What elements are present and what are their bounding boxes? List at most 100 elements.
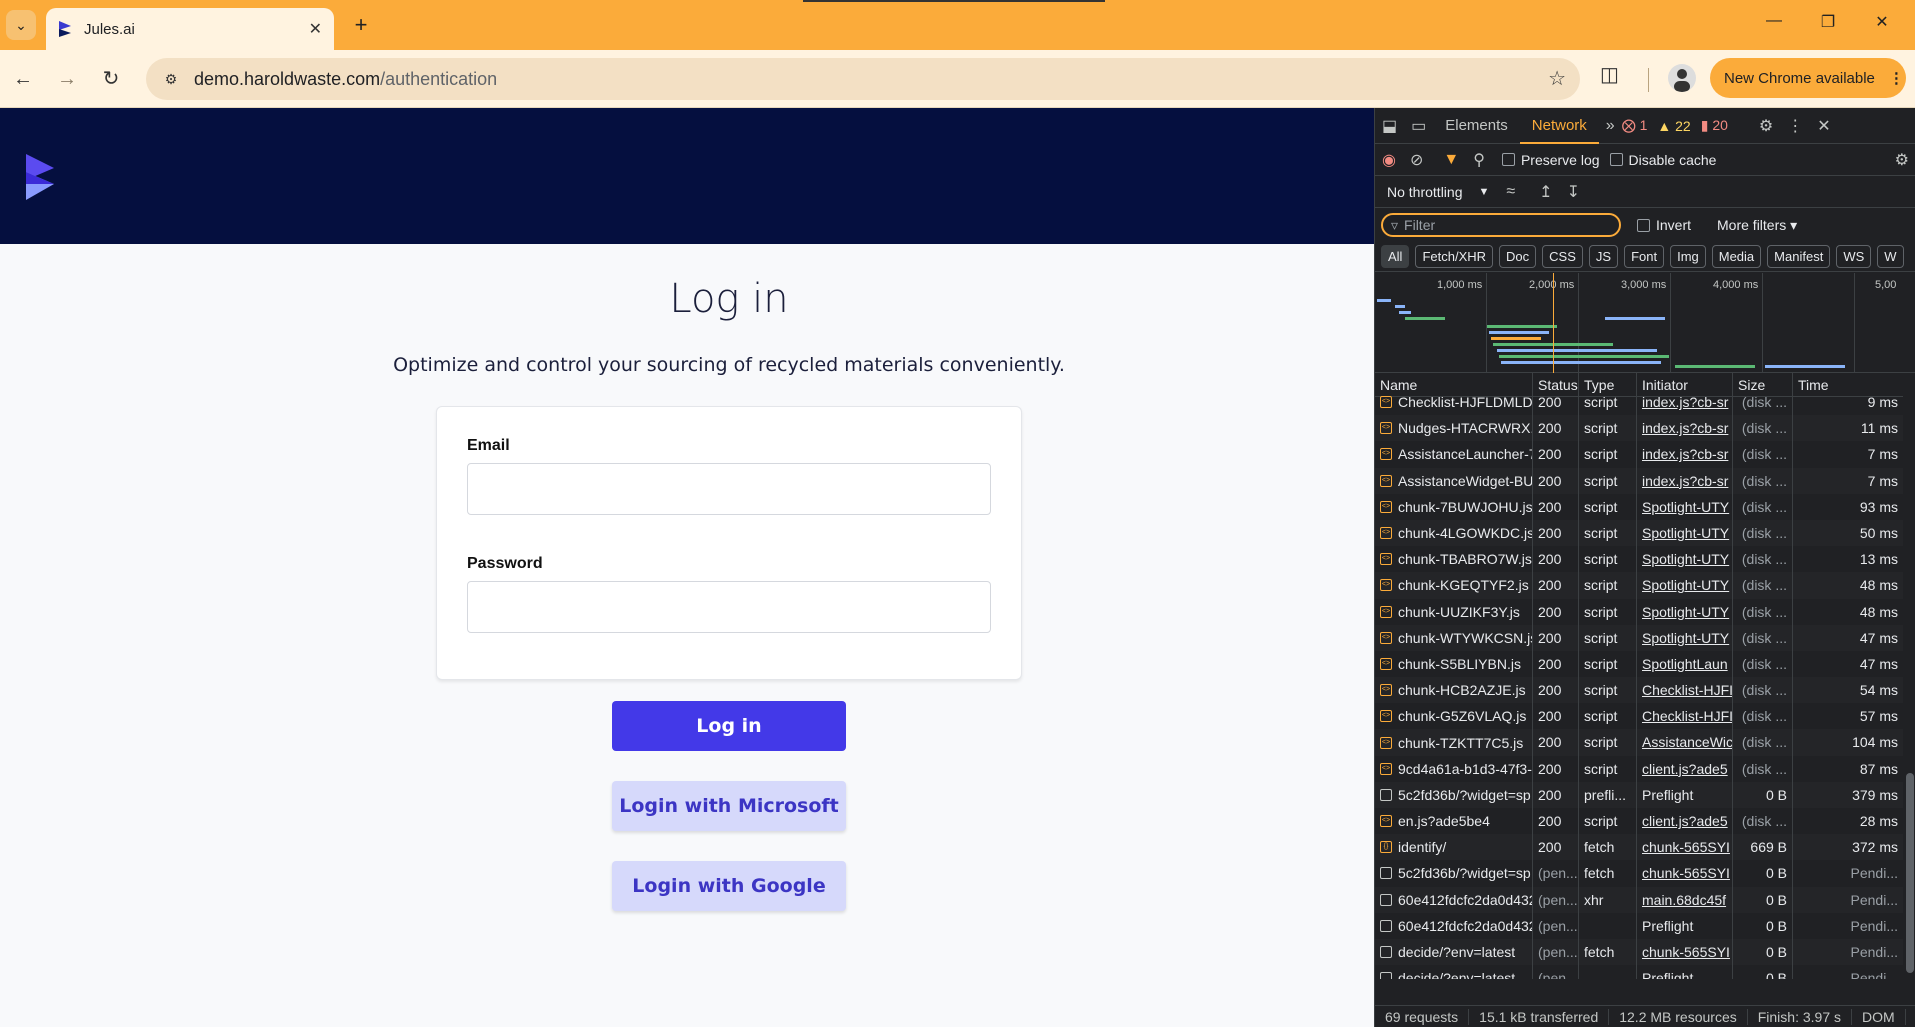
table-row[interactable]: 60e412fdcfc2da0d432...(pen... Preflight0 … [1375, 912, 1903, 939]
tab-search-button[interactable]: ⌄ [6, 10, 36, 40]
request-initiator[interactable]: main.68dc45f [1637, 886, 1733, 913]
request-initiator[interactable]: Preflight [1637, 781, 1733, 808]
type-filter-img[interactable]: Img [1670, 245, 1706, 268]
request-name-cell[interactable]: <> AssistanceLauncher-7... [1375, 441, 1533, 468]
more-filters-dropdown[interactable]: More filters ▾ [1717, 217, 1797, 234]
request-name-cell[interactable]: <> 9cd4a61a-b1d3-47f3-... [1375, 755, 1533, 782]
request-name-cell[interactable]: <> Nudges-HTACRWRX.js [1375, 415, 1533, 442]
table-row[interactable]: decide/?env=latest (pen... fetch chunk-565S… [1375, 938, 1903, 966]
request-initiator[interactable]: index.js?cb-sr [1637, 467, 1733, 494]
request-name-cell[interactable]: <> chunk-TZKTT7C5.js [1375, 729, 1533, 756]
request-initiator[interactable]: Preflight [1637, 965, 1733, 979]
close-devtools-icon[interactable]: ✕ [1810, 116, 1837, 136]
type-filter-ws[interactable]: WS [1836, 245, 1872, 268]
tab-network[interactable]: Network [1519, 108, 1599, 144]
table-row[interactable]: <> Checklist-HJFLDMLD.js 200 script index.js… [1375, 389, 1903, 416]
profile-avatar[interactable] [1668, 64, 1696, 92]
disable-cache-checkbox[interactable] [1609, 153, 1623, 166]
table-row[interactable]: 5c2fd36b/?widget=sp... 200 prefli... Prefli… [1375, 781, 1903, 808]
type-filter-font[interactable]: Font [1624, 245, 1665, 268]
request-name-cell[interactable]: <> chunk-4LGOWKDC.js [1375, 519, 1533, 547]
tab-elements[interactable]: Elements [1433, 108, 1520, 144]
request-initiator[interactable]: chunk-565SYI [1637, 860, 1733, 887]
table-row[interactable]: {} identify/200 fetch chunk-565SYI 669 B 372 … [1375, 834, 1903, 861]
request-initiator[interactable]: index.js?cb-sr [1637, 415, 1733, 442]
table-row[interactable]: decide/?env=latest (pen... Preflight 0 B Pen… [1375, 965, 1903, 979]
request-initiator[interactable]: Spotlight-UTY [1637, 624, 1733, 651]
request-initiator[interactable]: Spotlight-UTY [1637, 572, 1733, 599]
request-name-cell[interactable]: <> chunk-WTYWKCSN.js [1375, 624, 1533, 651]
address-bar[interactable]: ⚙ demo.haroldwaste.com/authentication ☆ [146, 58, 1580, 100]
login-button[interactable]: Log in [612, 701, 846, 751]
scrollbar-thumb[interactable] [1906, 773, 1914, 973]
request-name-cell[interactable]: <> chunk-UUZIKF3Y.js [1375, 598, 1533, 625]
table-row[interactable]: <> chunk-UUZIKF3Y.js 200 script Spotlight-UT… [1375, 598, 1903, 625]
request-name-cell[interactable]: {} identify/ [1375, 834, 1533, 861]
request-initiator[interactable]: chunk-565SYI [1637, 834, 1733, 861]
minimize-icon[interactable]: — [1754, 12, 1794, 30]
restore-icon[interactable]: ❐ [1808, 12, 1848, 32]
request-initiator[interactable]: client.js?ade5 [1637, 808, 1733, 835]
table-row[interactable]: 5c2fd36b/?widget=sp... (pen... fetch chunk-… [1375, 860, 1903, 887]
request-name-cell[interactable]: <> chunk-HCB2AZJE.js [1375, 677, 1533, 704]
extensions-icon[interactable]: ◫ [1600, 62, 1619, 87]
chrome-update-button[interactable]: New Chrome available ⋮ [1710, 58, 1906, 98]
request-initiator[interactable]: Spotlight-UTY [1637, 519, 1733, 547]
network-settings-gear-icon[interactable]: ⚙ [1888, 150, 1915, 170]
table-row[interactable]: <> chunk-TZKTT7C5.js 200 script AssistanceWi… [1375, 729, 1903, 756]
request-initiator[interactable]: Checklist-HJFI [1637, 703, 1733, 730]
request-name-cell[interactable]: 60e412fdcfc2da0d432... [1375, 912, 1533, 939]
table-row[interactable]: <> chunk-G5Z6VLAQ.js 200 script Checklist-HJ… [1375, 703, 1903, 730]
type-filter-doc[interactable]: Doc [1499, 245, 1537, 268]
issues-count-icon[interactable]: ▮ 20 [1701, 117, 1728, 134]
request-name-cell[interactable]: <> chunk-KGEQTYF2.js [1375, 572, 1533, 599]
table-row[interactable]: <> chunk-HCB2AZJE.js 200 script Checklist-HJ… [1375, 677, 1903, 704]
bookmark-star-icon[interactable]: ☆ [1548, 66, 1566, 91]
request-name-cell[interactable]: 5c2fd36b/?widget=sp... [1375, 860, 1533, 887]
request-initiator[interactable]: SpotlightLaun [1637, 650, 1733, 678]
filter-input[interactable]: ▿ Filter [1381, 213, 1621, 237]
table-row[interactable]: <> chunk-4LGOWKDC.js 200 script Spotlight-UT… [1375, 519, 1903, 547]
inspect-element-icon[interactable]: ⬓ [1375, 116, 1404, 136]
warning-count-icon[interactable]: ▲ 22 [1657, 118, 1690, 134]
filter-funnel-icon[interactable]: ▼ [1436, 151, 1466, 169]
site-info-icon[interactable]: ⚙ [158, 66, 184, 92]
search-icon[interactable]: ⚲ [1466, 150, 1492, 170]
throttling-select[interactable]: No throttling [1387, 184, 1462, 200]
request-name-cell[interactable]: <> chunk-G5Z6VLAQ.js [1375, 703, 1533, 730]
request-name-cell[interactable]: <> AssistanceWidget-BU... [1375, 467, 1533, 494]
request-initiator[interactable]: Spotlight-UTY [1637, 493, 1733, 520]
network-conditions-icon[interactable]: ≈ [1499, 183, 1522, 201]
back-icon[interactable]: ← [8, 64, 38, 94]
reload-icon[interactable]: ↻ [96, 64, 126, 94]
browser-tab[interactable]: Jules.ai ✕ [46, 8, 334, 50]
request-initiator[interactable]: AssistanceWic [1637, 729, 1733, 756]
table-row[interactable]: <> chunk-TBABRO7W.js 200 script Spotlight-UT… [1375, 546, 1903, 573]
request-name-cell[interactable]: decide/?env=latest [1375, 938, 1533, 966]
chevron-down-icon[interactable]: ▼ [1478, 186, 1489, 198]
request-name-cell[interactable]: <> chunk-7BUWJOHU.js [1375, 493, 1533, 520]
request-name-cell[interactable]: <> en.js?ade5be4 [1375, 808, 1533, 835]
new-tab-button[interactable]: + [348, 12, 374, 38]
request-name-cell[interactable]: decide/?env=latest [1375, 965, 1533, 979]
record-stop-icon[interactable]: ◉ [1375, 150, 1403, 170]
login-microsoft-button[interactable]: Login with Microsoft [612, 781, 846, 831]
close-tab-icon[interactable]: ✕ [309, 19, 322, 39]
type-filter-css[interactable]: CSS [1542, 245, 1583, 268]
table-row[interactable]: <> AssistanceWidget-BU... 200 script index.j… [1375, 467, 1903, 494]
export-har-icon[interactable]: ↧ [1560, 182, 1587, 202]
forward-icon[interactable]: → [52, 64, 82, 94]
request-initiator[interactable]: index.js?cb-sr [1637, 389, 1733, 416]
password-field[interactable] [467, 581, 991, 633]
type-filter-all[interactable]: All [1381, 245, 1410, 268]
table-row[interactable]: <> 9cd4a61a-b1d3-47f3-... 200 script client.… [1375, 755, 1903, 782]
request-name-cell[interactable]: <> chunk-S5BLIYBN.js [1375, 650, 1533, 678]
import-har-icon[interactable]: ↥ [1532, 182, 1559, 202]
type-filter-media[interactable]: Media [1711, 245, 1762, 268]
request-initiator[interactable]: index.js?cb-sr [1637, 441, 1733, 468]
request-initiator[interactable]: Preflight [1637, 912, 1733, 939]
clear-icon[interactable]: ⊘ [1403, 150, 1430, 170]
preserve-log-checkbox[interactable] [1501, 153, 1515, 166]
type-filter-js[interactable]: JS [1588, 245, 1619, 268]
request-name-cell[interactable]: <> Checklist-HJFLDMLD.js [1375, 389, 1533, 416]
